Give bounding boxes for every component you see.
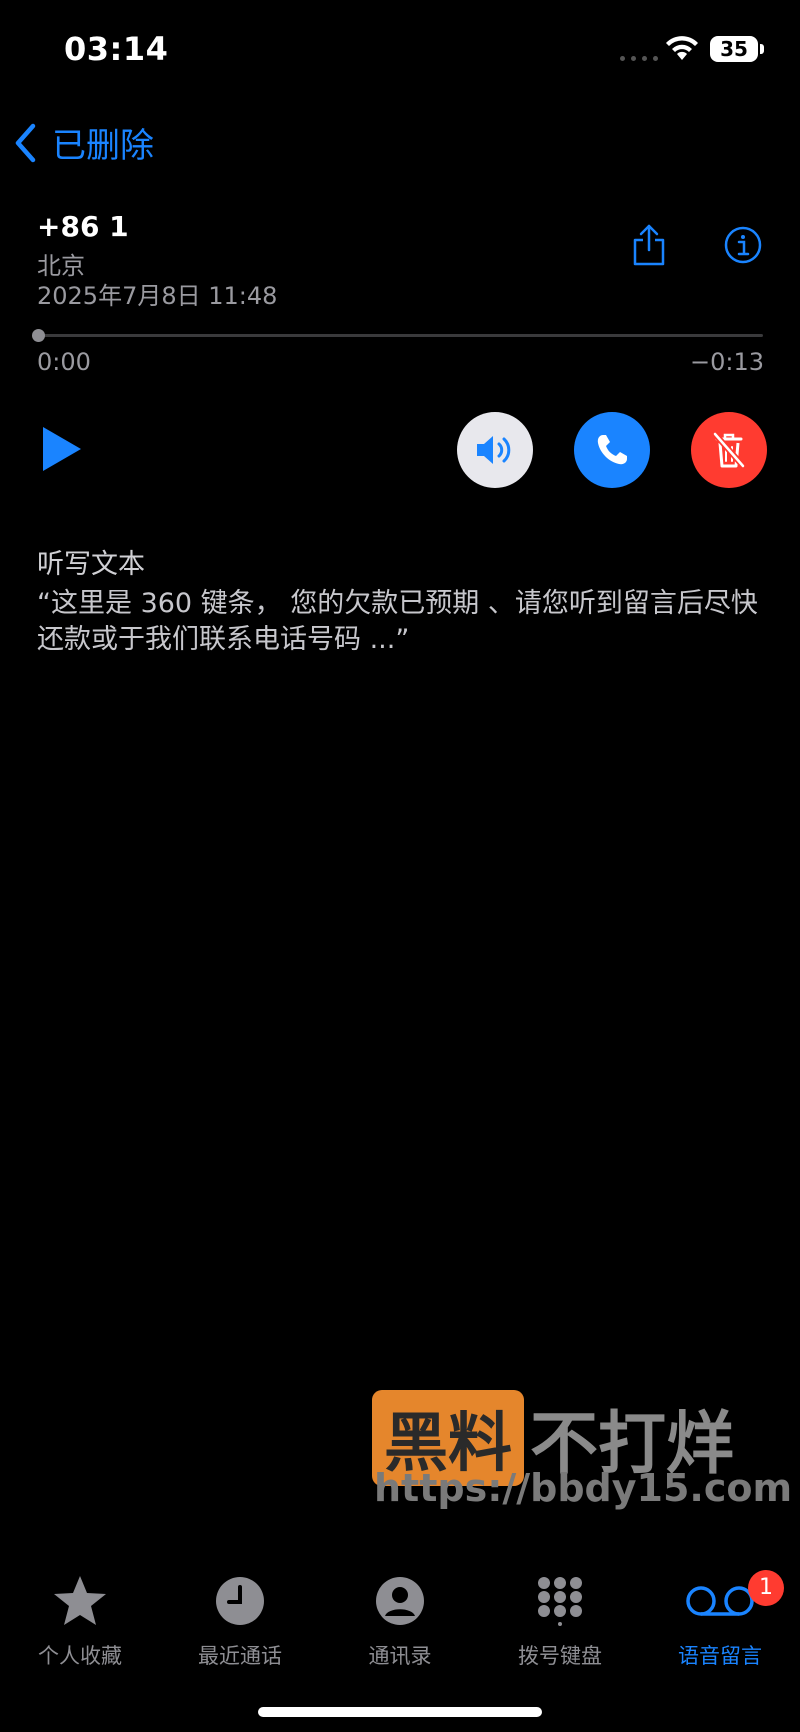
caller-number: +86 1: [37, 210, 129, 243]
play-icon: [43, 427, 81, 471]
battery-tip: [760, 44, 764, 54]
undelete-button[interactable]: [691, 412, 767, 488]
battery-level: 35: [720, 37, 748, 61]
transcript-title: 听写文本: [37, 549, 145, 580]
tab-recents[interactable]: 最近通话: [160, 1574, 320, 1670]
watermark-url: https://bbdy15.com: [374, 1466, 793, 1510]
playback-scrubber[interactable]: [32, 329, 45, 342]
share-icon[interactable]: [632, 224, 666, 270]
tab-label: 通讯录: [368, 1644, 432, 1668]
play-button[interactable]: [40, 424, 84, 478]
tab-label: 拨号键盘: [518, 1644, 602, 1668]
tab-label: 最近通话: [198, 1644, 282, 1668]
voicemail-badge: 1: [748, 1570, 784, 1606]
transcript-text: “这里是 360 键条， 您的欠款已预期 、请您听到留言后尽快还款或于我们联系电…: [37, 588, 758, 655]
tab-contacts[interactable]: 通讯录: [320, 1574, 480, 1670]
person-icon: [320, 1574, 480, 1628]
wifi-icon: [664, 34, 700, 66]
clock-icon: [160, 1574, 320, 1628]
tab-keypad[interactable]: 拨号键盘: [480, 1574, 640, 1670]
trash-slash-icon: [712, 431, 746, 469]
chevron-left-icon: [15, 123, 36, 162]
cellular-signal-icon: [620, 56, 658, 61]
battery-icon: 35: [710, 36, 758, 62]
info-icon[interactable]: [724, 226, 762, 268]
back-button[interactable]: 已删除: [14, 118, 154, 167]
tab-label: 语音留言: [678, 1644, 762, 1668]
call-back-button[interactable]: [574, 412, 650, 488]
back-label: 已删除: [52, 126, 154, 166]
playback-progress-track[interactable]: [37, 334, 763, 337]
status-time: 03:14: [64, 30, 169, 68]
voicemail-date: 2025年7月8日 11:48: [37, 282, 278, 310]
speaker-button[interactable]: [457, 412, 533, 488]
speaker-icon: [477, 436, 511, 464]
remaining-time: −0:13: [689, 348, 764, 376]
phone-icon: [597, 435, 627, 465]
star-icon: [0, 1574, 160, 1628]
tab-label: 个人收藏: [38, 1644, 122, 1668]
tab-favorites[interactable]: 个人收藏: [0, 1574, 160, 1670]
elapsed-time: 0:00: [37, 348, 91, 376]
keypad-icon: [480, 1574, 640, 1628]
home-indicator[interactable]: [258, 1707, 542, 1717]
